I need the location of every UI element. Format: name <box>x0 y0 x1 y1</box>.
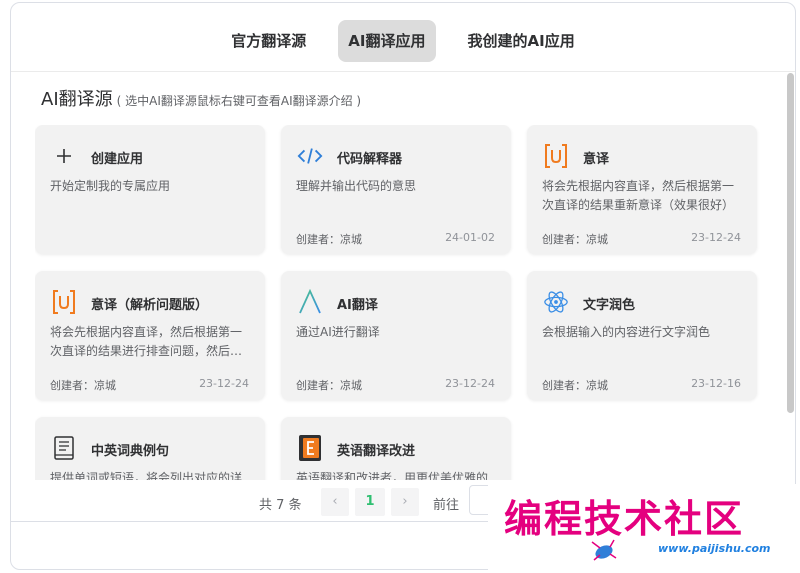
bug-icon <box>586 536 622 570</box>
tab-bar: 官方翻译源 AI翻译应用 我创建的AI应用 <box>11 3 795 71</box>
tab-official-sources[interactable]: 官方翻译源 <box>221 20 316 62</box>
card-name: 意译 <box>583 152 610 167</box>
card-name: 文字润色 <box>583 298 636 313</box>
tab-my-ai-apps[interactable]: 我创建的AI应用 <box>458 20 585 62</box>
bracket-u-icon <box>543 143 569 169</box>
card-create-app[interactable]: 创建应用 开始定制我的专属应用 <box>35 125 265 254</box>
card-free-translation[interactable]: 意译 将会先根据内容直译，然后根据第一次直译的结果重新意译（效果很好） 创建者：… <box>527 125 757 254</box>
total-count: 共 7 条 <box>259 498 302 513</box>
tab-ai-apps[interactable]: AI翻译应用 <box>338 20 436 62</box>
watermark-url: www.paijishu.com <box>658 542 771 555</box>
card-date: 23-12-24 <box>445 377 495 390</box>
card-code-explainer[interactable]: 代码解释器 理解并输出代码的意思 创建者：凉城 24-01-02 <box>281 125 511 254</box>
card-name: AI翻译 <box>337 298 378 313</box>
page-1-button[interactable]: 1 <box>355 488 385 516</box>
bracket-u-icon <box>51 289 77 315</box>
ai-caret-icon <box>297 289 323 315</box>
card-desc: 开始定制我的专属应用 <box>50 179 171 193</box>
watermark: 编程技术社区 www.paijishu.com <box>488 484 798 570</box>
next-page-button[interactable]: › <box>391 488 419 516</box>
card-free-translation-debug[interactable]: 意译（解析问题版） 将会先根据内容直译，然后根据第一次直译的结果进行排查问题，然… <box>35 271 265 400</box>
card-date: 23-12-24 <box>691 231 741 244</box>
card-desc: 会根据输入的内容进行文字润色 <box>542 325 711 339</box>
section-header: AI翻译源( 选中AI翻译源鼠标右键可查看AI翻译源介绍 ) <box>41 85 361 111</box>
divider <box>11 71 795 72</box>
book-icon <box>51 435 77 461</box>
prev-page-button[interactable]: ‹ <box>321 488 349 516</box>
letter-e-icon <box>297 435 323 461</box>
card-creator: 创建者：凉城 <box>542 233 608 246</box>
app-card-grid: 创建应用 开始定制我的专属应用 代码解释器 理解并输出代码的意思 创建者：凉城 … <box>35 125 775 480</box>
section-hint: ( 选中AI翻译源鼠标右键可查看AI翻译源介绍 ) <box>116 94 362 108</box>
card-date: 23-12-16 <box>691 377 741 390</box>
card-desc: 理解并输出代码的意思 <box>296 179 417 193</box>
card-desc: 将会先根据内容直译，然后根据第一次直译的结果重新意译（效果很好） <box>542 179 735 212</box>
card-dictionary-examples[interactable]: 中英词典例句 提供单词或短语，将会列出对应的详细释义和例句 <box>35 417 265 480</box>
card-name: 意译（解析问题版） <box>91 298 209 313</box>
card-creator: 创建者：凉城 <box>296 379 362 392</box>
plus-icon <box>51 143 77 169</box>
card-name: 创建应用 <box>91 152 144 167</box>
card-english-improve[interactable]: 英语翻译改进 英语翻译和改进者，用更优美优雅的高级英语单词和句子替换 <box>281 417 511 480</box>
goto-label: 前往 <box>433 498 460 513</box>
card-date: 24-01-02 <box>445 231 495 244</box>
card-creator: 创建者：凉城 <box>296 233 362 246</box>
card-desc: 英语翻译和改进者，用更优美优雅的高级英语单词和句子替换 <box>296 471 489 480</box>
card-desc: 提供单词或短语，将会列出对应的详细释义和例句 <box>50 471 243 480</box>
section-title: AI翻译源 <box>41 89 113 110</box>
card-desc: 将会先根据内容直译，然后根据第一次直译的结果进行排查问题，然后… <box>50 325 243 358</box>
card-date: 23-12-24 <box>199 377 249 390</box>
scrollbar[interactable] <box>787 73 794 413</box>
card-name: 代码解释器 <box>337 152 403 167</box>
card-name: 英语翻译改进 <box>337 444 416 459</box>
card-creator: 创建者：凉城 <box>50 379 116 392</box>
watermark-title: 编程技术社区 <box>504 496 745 541</box>
code-icon <box>297 143 323 169</box>
card-desc: 通过AI进行翻译 <box>296 325 380 339</box>
card-name: 中英词典例句 <box>91 444 170 459</box>
card-ai-translate[interactable]: AI翻译 通过AI进行翻译 创建者：凉城 23-12-24 <box>281 271 511 400</box>
atom-icon <box>543 289 569 315</box>
card-creator: 创建者：凉城 <box>542 379 608 392</box>
card-text-polish[interactable]: 文字润色 会根据输入的内容进行文字润色 创建者：凉城 23-12-16 <box>527 271 757 400</box>
